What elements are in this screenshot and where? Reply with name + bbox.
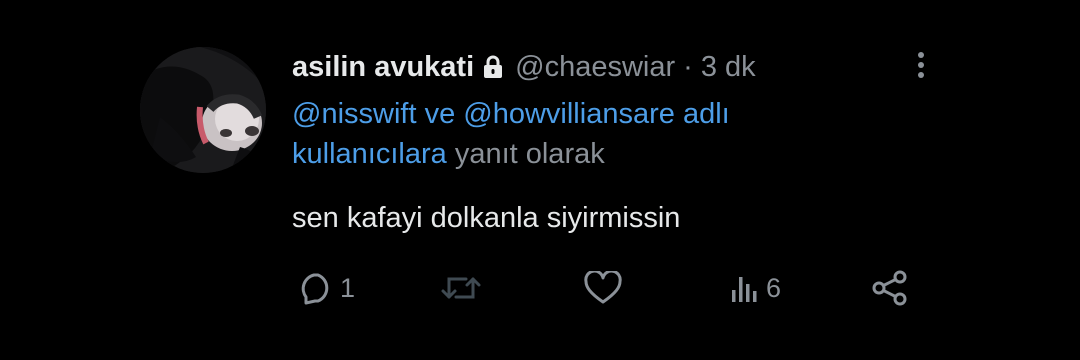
tweet-text: sen kafayi dolkanla siyirmissin <box>292 202 681 234</box>
views-count: 6 <box>766 272 782 303</box>
reply-icon <box>296 271 336 305</box>
reply-button[interactable]: 1 <box>296 268 355 308</box>
replying-to-label: yanıt olarak <box>454 138 605 170</box>
retweet-icon <box>440 271 482 305</box>
mention-link[interactable]: @howvilliansare <box>463 98 675 130</box>
more-icon[interactable] <box>911 50 931 82</box>
reply-count: 1 <box>340 272 356 303</box>
timestamp[interactable]: 3 dk <box>701 47 756 87</box>
like-button[interactable] <box>582 268 628 308</box>
replying-to: @nisswift ve @howvilliansare adlı kullan… <box>292 94 892 174</box>
reply-connector: ve <box>424 98 456 130</box>
retweet-button[interactable] <box>440 268 486 308</box>
user-handle[interactable]: @chaeswiar <box>515 47 675 87</box>
display-name[interactable]: asilin avukati <box>292 47 474 87</box>
views-button[interactable]: 6 <box>728 268 781 308</box>
like-icon <box>582 271 624 305</box>
lock-icon <box>483 55 503 79</box>
share-icon <box>870 270 910 306</box>
tweet-header: asilin avukati @chaeswiar · 3 dk <box>292 47 756 87</box>
share-button[interactable] <box>870 268 910 308</box>
separator-dot: · <box>683 51 693 83</box>
views-icon <box>728 271 762 305</box>
mention-link[interactable]: @nisswift <box>292 98 417 130</box>
tweet[interactable]: asilin avukati @chaeswiar · 3 dk @nisswi… <box>0 0 1080 360</box>
avatar[interactable] <box>140 47 266 173</box>
